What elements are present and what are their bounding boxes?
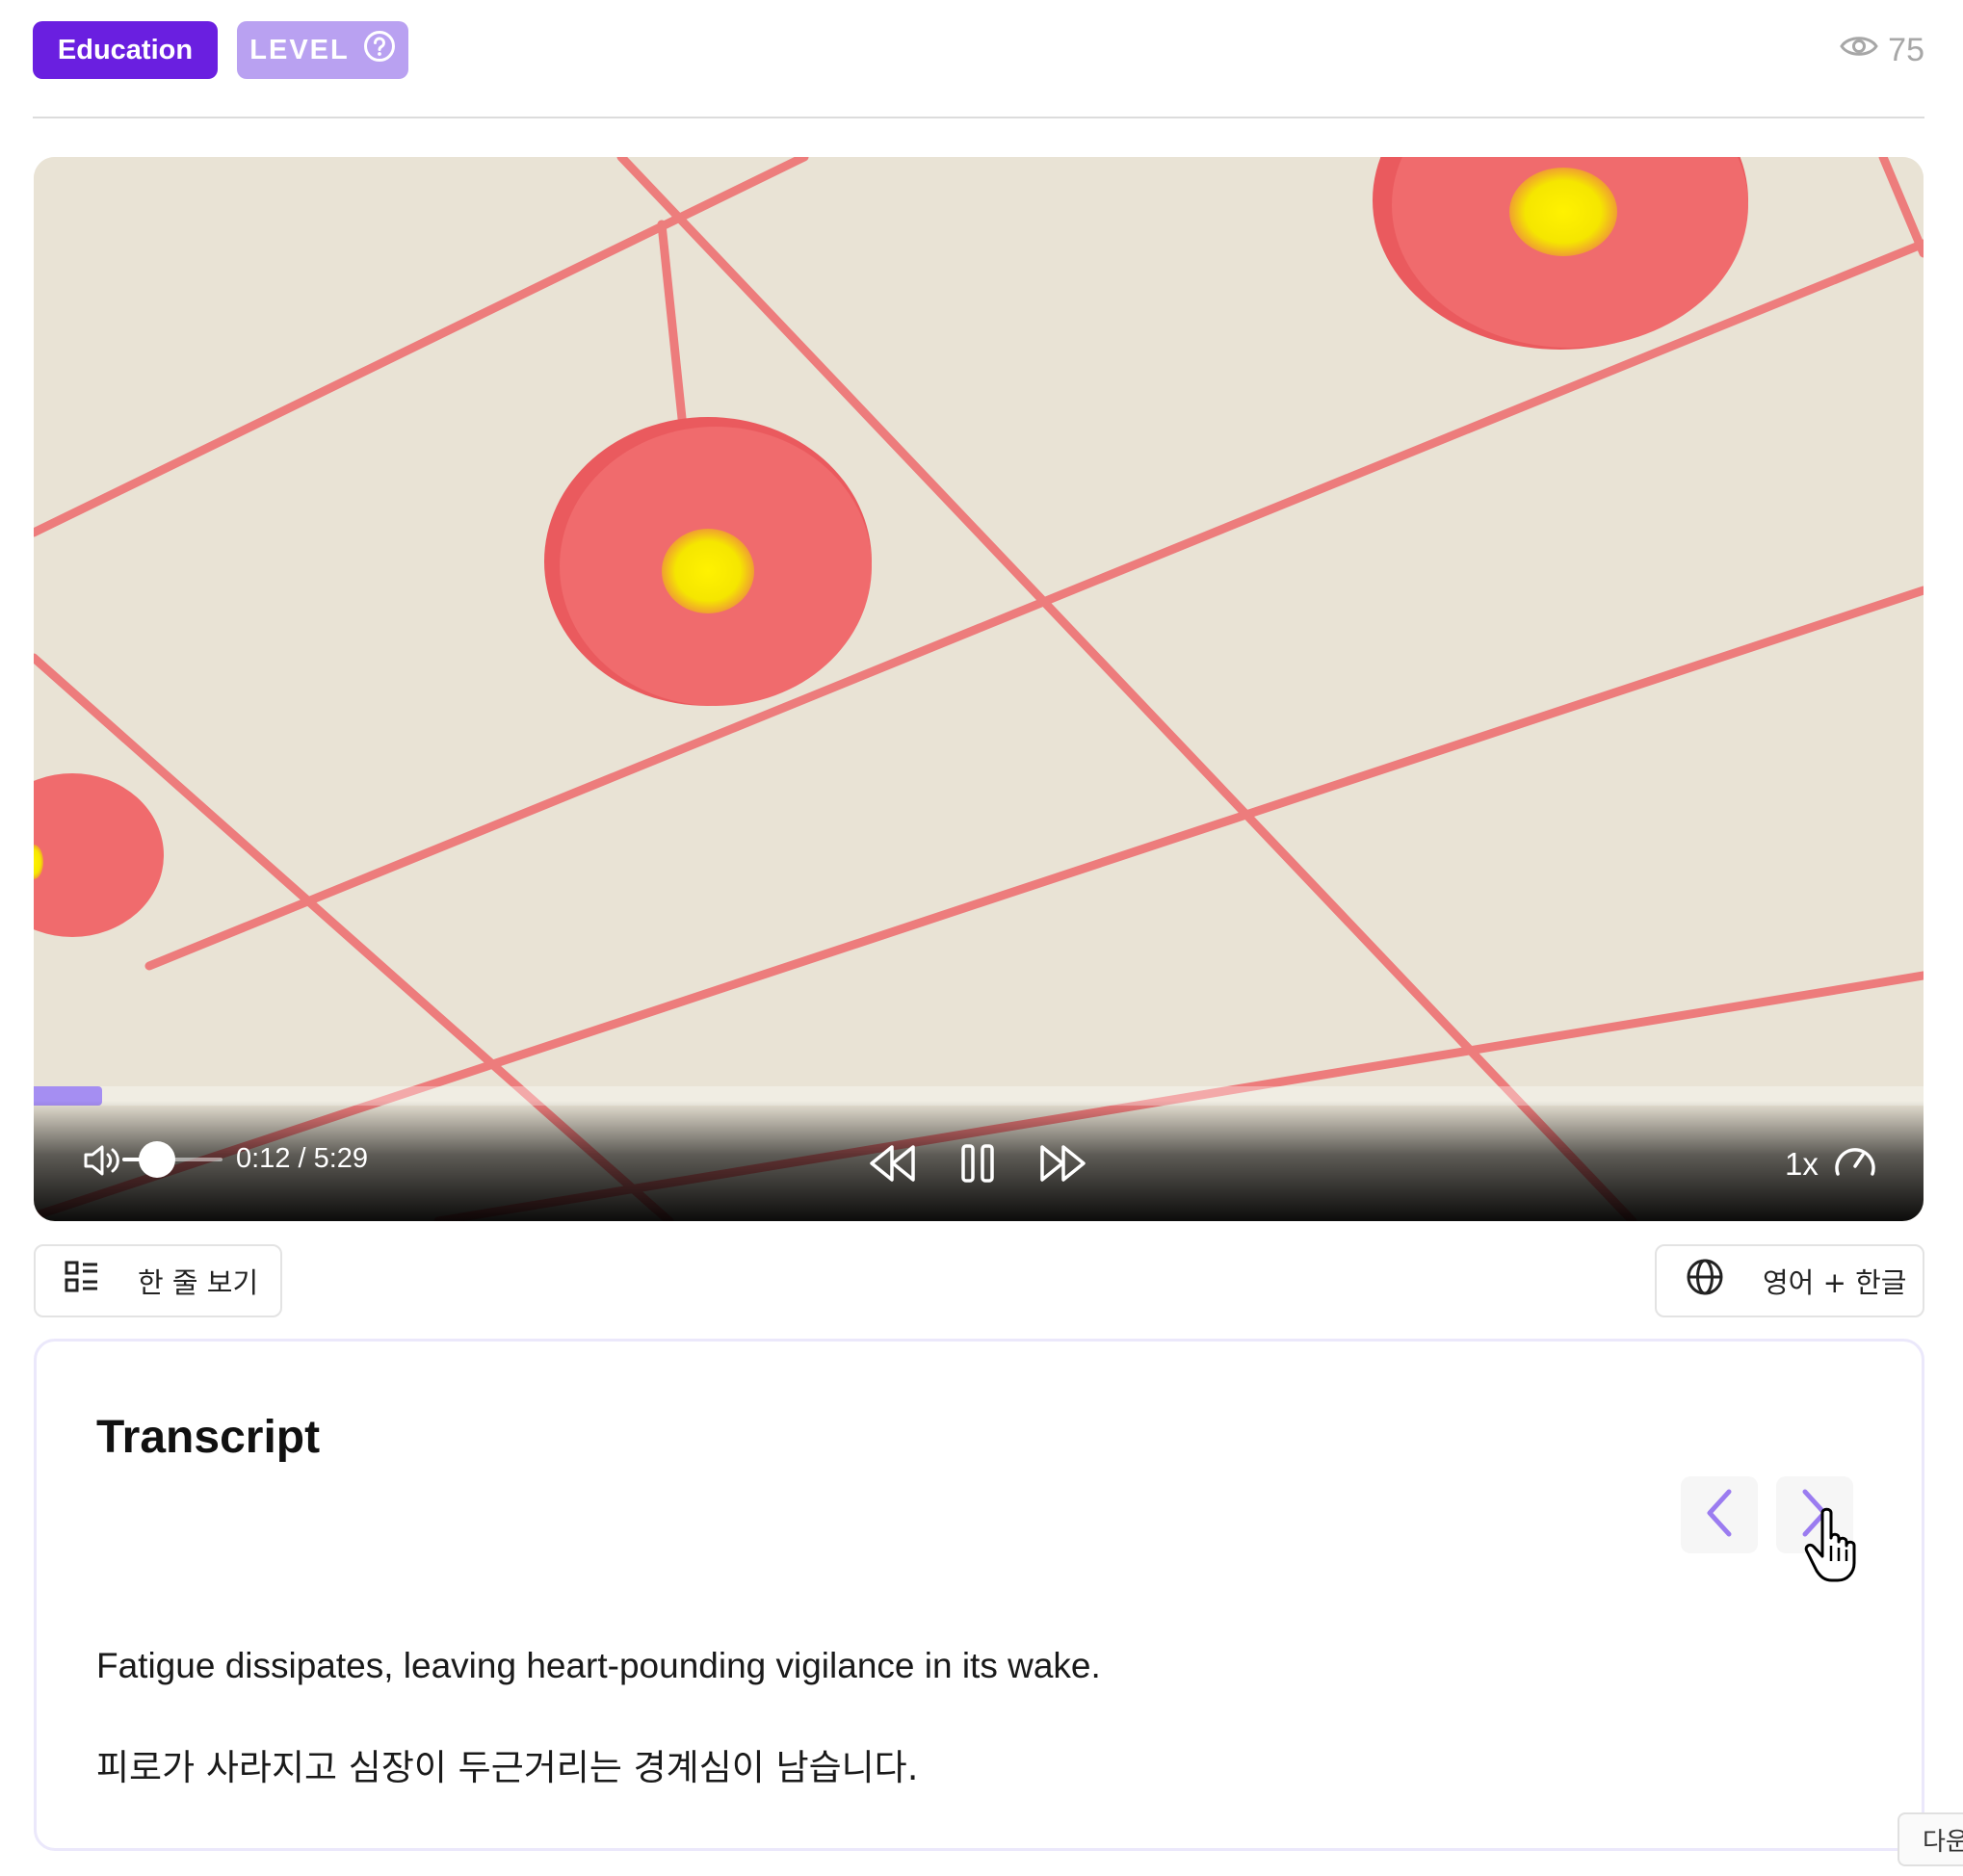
- fast-forward-icon[interactable]: [1037, 1141, 1087, 1186]
- volume-knob[interactable]: [139, 1141, 175, 1178]
- pause-icon[interactable]: [960, 1141, 995, 1186]
- line-view-button[interactable]: 한 줄 보기: [34, 1244, 282, 1317]
- question-circle-icon[interactable]: [363, 30, 396, 70]
- globe-icon: [1686, 1258, 1724, 1304]
- level-badge[interactable]: LEVEL: [237, 21, 408, 79]
- previous-sentence-button[interactable]: [1681, 1476, 1758, 1553]
- transcript-korean-line[interactable]: 피로가 사라지고 심장이 두근거리는 경계심이 남습니다.: [96, 1738, 919, 1790]
- list-view-icon: [65, 1260, 99, 1302]
- volume-slider[interactable]: [122, 1141, 222, 1178]
- transcript-card: Transcript Fatigue dissipates, leaving h…: [34, 1339, 1924, 1851]
- transcript-title: Transcript: [96, 1412, 321, 1463]
- chevron-left-icon: [1702, 1488, 1737, 1543]
- download-tab[interactable]: 다운: [1898, 1812, 1963, 1866]
- video-player[interactable]: 0:12 / 5:29 1x: [34, 157, 1924, 1221]
- language-toggle-button[interactable]: 영어 + 한글: [1655, 1244, 1924, 1317]
- header-divider: [33, 117, 1924, 118]
- level-label: LEVEL: [249, 34, 350, 65]
- speedometer-icon: [1832, 1141, 1878, 1187]
- video-frame: [34, 157, 1924, 1221]
- playback-speed-button[interactable]: 1x: [1785, 1141, 1878, 1187]
- category-label: Education: [57, 34, 194, 65]
- view-count: 75: [1840, 27, 1924, 73]
- download-tab-label: 다운: [1923, 1827, 1963, 1857]
- hand-cursor-icon: [1803, 1507, 1871, 1584]
- rewind-icon[interactable]: [868, 1141, 918, 1186]
- language-label: 영어 + 한글: [1763, 1266, 1907, 1299]
- lamp-center: [544, 417, 872, 706]
- speed-label: 1x: [1785, 1146, 1819, 1182]
- time-display: 0:12 / 5:29: [236, 1143, 369, 1174]
- line-view-label: 한 줄 보기: [138, 1266, 259, 1299]
- volume-icon[interactable]: [80, 1139, 122, 1182]
- category-badge[interactable]: Education: [33, 21, 218, 79]
- header-row: Education LEVEL 75: [33, 21, 1924, 79]
- eye-icon: [1840, 32, 1878, 69]
- transcript-english-line[interactable]: Fatigue dissipates, leaving heart-poundi…: [96, 1646, 1101, 1686]
- view-count-value: 75: [1888, 31, 1924, 68]
